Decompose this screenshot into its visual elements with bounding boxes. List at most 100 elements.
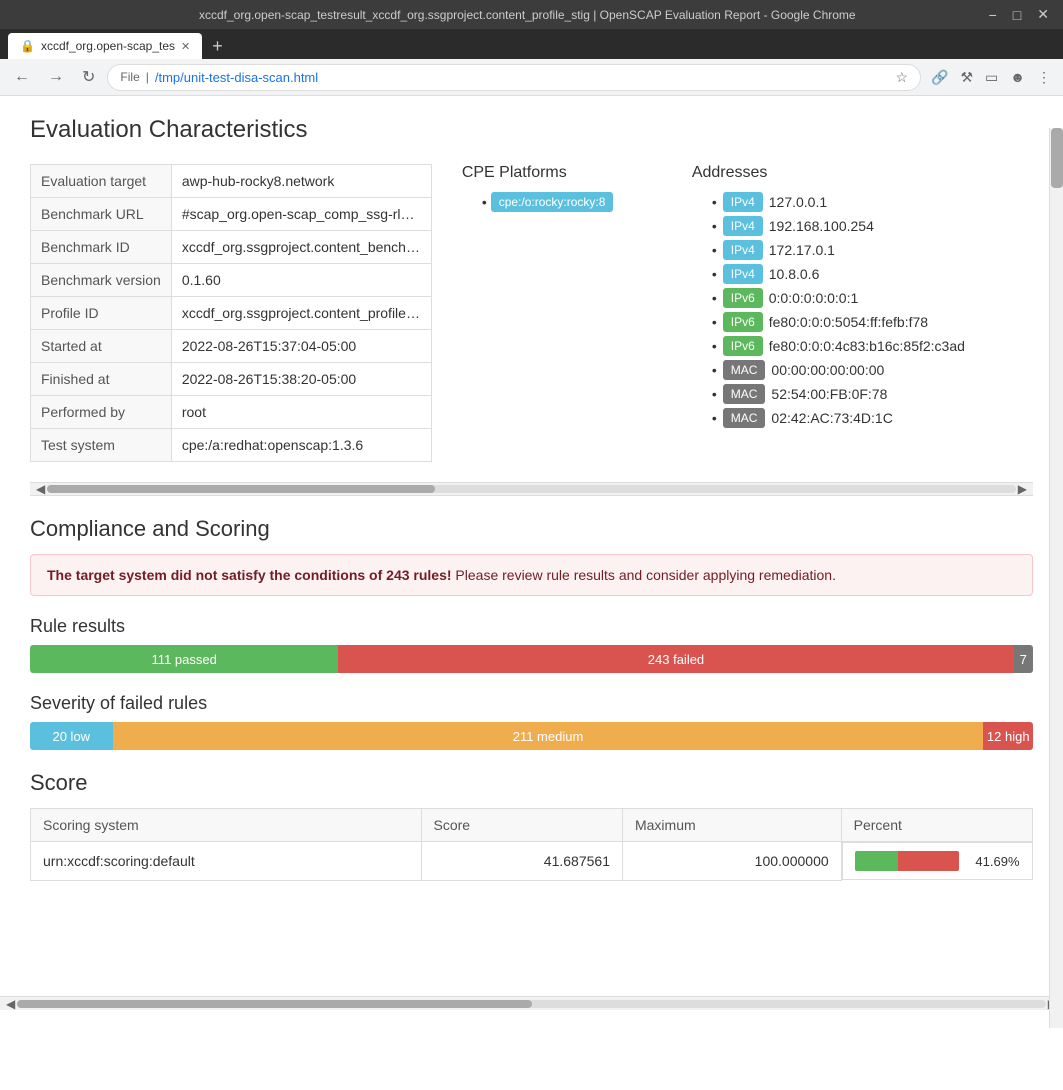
- address-text[interactable]: /tmp/unit-test-disa-scan.html: [155, 70, 890, 85]
- split-screen-button[interactable]: ▭: [981, 65, 1002, 90]
- cpe-list-item: cpe:/o:rocky:rocky:8: [482, 192, 662, 212]
- menu-button[interactable]: ⋮: [1033, 65, 1055, 90]
- address-list-item: IPv6 fe80:0:0:0:4c83:b16c:85f2:c3ad: [712, 336, 972, 356]
- eval-table-row: Started at2022-08-26T15:37:04-05:00: [31, 330, 432, 363]
- address-scheme: File: [120, 70, 139, 84]
- eval-table-row: Test systemcpe:/a:redhat:openscap:1.3.6: [31, 429, 432, 462]
- eval-table-row: Profile IDxccdf_org.ssgproject.content_p…: [31, 297, 432, 330]
- eval-value: 2022-08-26T15:37:04-05:00: [171, 330, 431, 363]
- other-label: 7: [1020, 652, 1027, 667]
- reload-button[interactable]: ↻: [76, 63, 101, 91]
- score-table-header: Score: [421, 809, 622, 842]
- eval-value: #scap_org.open-scap_comp_ssg-rl8-xccdf-1…: [171, 198, 431, 231]
- active-tab[interactable]: 🔒 xccdf_org.open-scap_tes ✕: [8, 33, 202, 59]
- eval-section: Evaluation targetawp-hub-rocky8.network B…: [30, 164, 1033, 462]
- percent-label: 41.69%: [975, 854, 1019, 869]
- bottom-scroll-left[interactable]: ◀: [4, 997, 17, 1011]
- cpe-list: cpe:/o:rocky:rocky:8: [462, 192, 662, 212]
- eval-value: 2022-08-26T15:38:20-05:00: [171, 363, 431, 396]
- scrollbar-track[interactable]: [47, 485, 1016, 493]
- address-type-badge: IPv4: [723, 216, 763, 236]
- address-type-badge: MAC: [723, 384, 766, 404]
- scroll-left-button[interactable]: ◀: [34, 482, 47, 496]
- alert-text: Please review rule results and consider …: [455, 567, 836, 583]
- eval-table-row: Benchmark IDxccdf_org.ssgproject.content…: [31, 231, 432, 264]
- eval-value: xccdf_org.ssgproject.content_profile_sti…: [171, 297, 431, 330]
- score-system: urn:xccdf:scoring:default: [31, 842, 422, 881]
- other-bar: 7: [1014, 645, 1033, 673]
- nav-bar: ← → ↻ File | /tmp/unit-test-disa-scan.ht…: [0, 59, 1063, 96]
- score-table-header: Scoring system: [31, 809, 422, 842]
- title-bar: xccdf_org.open-scap_testresult_xccdf_org…: [0, 0, 1063, 29]
- eval-value: cpe:/a:redhat:openscap:1.3.6: [171, 429, 431, 462]
- eval-table-row: Benchmark version0.1.60: [31, 264, 432, 297]
- new-tab-button[interactable]: +: [206, 36, 229, 57]
- eval-value: xccdf_org.ssgproject.content_benchmark_R…: [171, 231, 431, 264]
- share-button[interactable]: 🔗: [927, 65, 952, 90]
- address-list: IPv4 127.0.0.1 IPv4 192.168.100.254 IPv4 1…: [692, 192, 972, 428]
- scroll-right-button[interactable]: ▶: [1016, 482, 1029, 496]
- cpe-badge: cpe:/o:rocky:rocky:8: [491, 192, 614, 212]
- forward-button[interactable]: →: [42, 64, 70, 90]
- tab-close-button[interactable]: ✕: [181, 40, 190, 53]
- eval-value: awp-hub-rocky8.network: [171, 165, 431, 198]
- close-button[interactable]: ✕: [1033, 6, 1053, 23]
- address-type-badge: IPv4: [723, 192, 763, 212]
- bottom-scrollbar[interactable]: ◀ ▶: [0, 996, 1063, 1010]
- address-type-badge: IPv4: [723, 240, 763, 260]
- maximize-button[interactable]: □: [1009, 6, 1025, 23]
- address-type-badge: IPv4: [723, 264, 763, 284]
- address-list-item: IPv4 172.17.0.1: [712, 240, 972, 260]
- score-percent: 41.69%: [842, 842, 1033, 880]
- severity-bar: 20 low 211 medium 12 high: [30, 722, 1033, 750]
- window-controls[interactable]: − □ ✕: [985, 6, 1053, 23]
- right-scrollbar[interactable]: [1049, 128, 1063, 996]
- nav-toolbar: 🔗 ⚒ ▭ ☻ ⋮: [927, 65, 1055, 90]
- high-bar: 12 high: [983, 722, 1033, 750]
- address-type-badge: MAC: [723, 360, 766, 380]
- eval-label: Finished at: [31, 363, 172, 396]
- back-button[interactable]: ←: [8, 64, 36, 90]
- cpe-platforms-title: CPE Platforms: [462, 164, 662, 182]
- score-table-header: Percent: [841, 809, 1032, 842]
- eval-table-row: Evaluation targetawp-hub-rocky8.network: [31, 165, 432, 198]
- address-type-badge: MAC: [723, 408, 766, 428]
- eval-label: Evaluation target: [31, 165, 172, 198]
- extensions-button[interactable]: ⚒: [956, 65, 977, 90]
- percent-fail-bar: [898, 851, 959, 871]
- address-bar[interactable]: File | /tmp/unit-test-disa-scan.html ☆: [107, 64, 921, 91]
- addresses-title: Addresses: [692, 164, 972, 182]
- profile-button[interactable]: ☻: [1006, 65, 1029, 90]
- eval-value: root: [171, 396, 431, 429]
- failed-label: 243 failed: [648, 652, 704, 667]
- minimize-button[interactable]: −: [985, 6, 1001, 23]
- bookmark-star-icon[interactable]: ☆: [895, 69, 908, 86]
- horizontal-scrollbar[interactable]: ◀ ▶: [30, 482, 1033, 496]
- score-table-row: urn:xccdf:scoring:default41.687561100.00…: [31, 842, 1033, 881]
- address-separator: |: [146, 70, 149, 84]
- percent-pass-bar: [855, 851, 899, 871]
- compliance-title: Compliance and Scoring: [30, 516, 1033, 542]
- address-list-item: IPv4 192.168.100.254: [712, 216, 972, 236]
- scrollbar-thumb[interactable]: [47, 485, 434, 493]
- rule-results-title: Rule results: [30, 616, 1033, 637]
- bottom-scroll-thumb[interactable]: [17, 1000, 531, 1008]
- right-scroll-thumb[interactable]: [1051, 128, 1063, 188]
- eval-label: Started at: [31, 330, 172, 363]
- address-list-item: IPv4 127.0.0.1: [712, 192, 972, 212]
- address-list-item: IPv4 10.8.0.6: [712, 264, 972, 284]
- window-title: xccdf_org.open-scap_testresult_xccdf_org…: [70, 8, 985, 22]
- address-type-badge: IPv6: [723, 336, 763, 356]
- bottom-scroll-track[interactable]: [17, 1000, 1046, 1008]
- eval-label: Profile ID: [31, 297, 172, 330]
- addresses-section: Addresses IPv4 127.0.0.1 IPv4 192.168.100…: [692, 164, 972, 462]
- tab-label: xccdf_org.open-scap_tes: [41, 39, 175, 53]
- tab-bar: 🔒 xccdf_org.open-scap_tes ✕ +: [0, 29, 1063, 59]
- page-content: Evaluation Characteristics Evaluation ta…: [0, 96, 1063, 996]
- score-table: Scoring systemScoreMaximumPercent urn:xc…: [30, 808, 1033, 881]
- low-bar: 20 low: [30, 722, 113, 750]
- medium-label: 211 medium: [513, 729, 584, 744]
- address-list-item: MAC 52:54:00:FB:0F:78: [712, 384, 972, 404]
- eval-table-wrapper: Evaluation targetawp-hub-rocky8.network B…: [30, 164, 432, 462]
- medium-bar: 211 medium: [113, 722, 984, 750]
